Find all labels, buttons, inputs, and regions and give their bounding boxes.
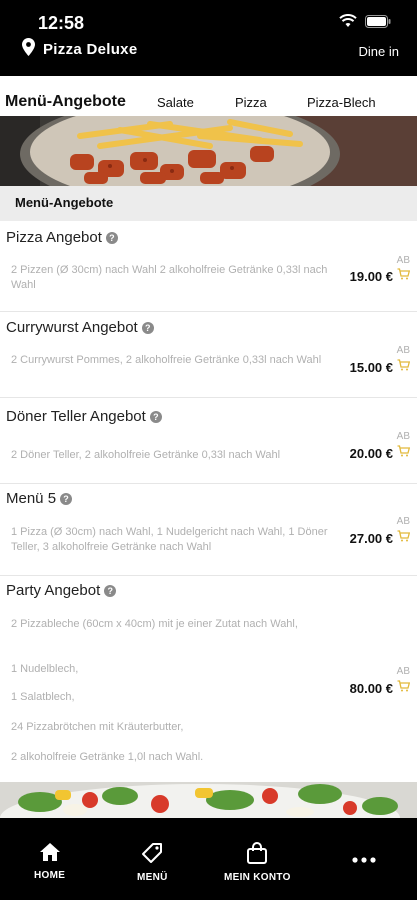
info-icon[interactable]: ? [141, 321, 154, 334]
item-name: Döner Teller Angebot? [6, 408, 162, 425]
item-price: 15.00 € [349, 359, 393, 375]
tab-home[interactable]: HOME [34, 842, 65, 881]
info-icon[interactable]: ? [149, 410, 162, 423]
item-name: Pizza Angebot? [6, 229, 118, 246]
category-tab-salate[interactable]: Salate [157, 95, 194, 110]
salad-banner-image [0, 782, 417, 818]
restaurant-name: Pizza Deluxe [43, 41, 138, 58]
section-title: Menü-Angebote [15, 195, 114, 210]
cart-icon[interactable] [397, 267, 411, 285]
item-description-line: 2 alkoholfreie Getränke 1,0l nach Wahl. [11, 751, 204, 763]
menu-item-menue-5[interactable]: Menü 5? 1 Pizza (Ø 30cm) nach Wahl, 1 Nu… [0, 484, 417, 576]
menu-item-doener-teller-angebot[interactable]: Döner Teller Angebot? 2 Döner Teller, 2 … [0, 398, 417, 484]
category-tab-menu-angebote[interactable]: Menü-Angebote [5, 93, 126, 111]
item-description-line: 2 Pizzableche (60cm x 40cm) mit je einer… [11, 618, 298, 630]
item-price: 80.00 € [349, 680, 393, 696]
info-icon[interactable]: ? [105, 231, 118, 244]
item-price: 19.00 € [349, 268, 393, 284]
item-tag: AB [396, 666, 410, 677]
item-tag: AB [396, 255, 410, 266]
status-time: 12:58 [38, 13, 85, 33]
location-selector[interactable]: Pizza Deluxe [22, 38, 137, 61]
price-row[interactable]: 20.00 € [349, 444, 411, 462]
menu-item-pizza-angebot[interactable]: Pizza Angebot? 2 Pizzen (Ø 30cm) nach Wa… [0, 221, 417, 312]
wifi-icon [339, 14, 357, 28]
more-icon [352, 850, 376, 868]
tag-icon [141, 842, 163, 869]
category-tab-pizza[interactable]: Pizza [235, 95, 267, 110]
item-description: 2 Currywurst Pommes, 2 alkoholfreie Getr… [11, 354, 322, 366]
item-description-line: 1 Nudelblech, [11, 663, 79, 675]
item-name: Party Angebot? [6, 582, 117, 599]
menu-item-party-angebot[interactable]: Party Angebot? 2 Pizzableche (60cm x 40c… [0, 576, 417, 782]
cart-icon[interactable] [397, 358, 411, 376]
price-row[interactable]: 15.00 € [349, 358, 411, 376]
cart-icon[interactable] [397, 444, 411, 462]
price-row[interactable]: 27.00 € [349, 529, 411, 547]
item-tag: AB [396, 345, 410, 356]
item-description: 2 Döner Teller, 2 alkoholfreie Getränke … [11, 449, 281, 461]
status-icons [339, 14, 391, 28]
item-description-line: 1 Salatblech, [11, 691, 75, 703]
item-tag: AB [396, 516, 410, 527]
item-name: Currywurst Angebot? [6, 319, 154, 336]
tab-label: MENÜ [137, 872, 168, 883]
tab-menue[interactable]: MENÜ [137, 842, 168, 883]
cart-icon[interactable] [397, 679, 411, 697]
price-row[interactable]: 19.00 € [349, 267, 411, 285]
info-icon[interactable]: ? [104, 584, 117, 597]
info-icon[interactable]: ? [60, 492, 73, 505]
menu-item-currywurst-angebot[interactable]: Currywurst Angebot? 2 Currywurst Pommes,… [0, 312, 417, 398]
category-tab-pizza-blech[interactable]: Pizza-Blech [307, 95, 376, 110]
item-description: 1 Pizza (Ø 30cm) nach Wahl, 1 Nudelgeric… [11, 526, 328, 553]
dine-in-toggle[interactable]: Dine in [359, 44, 399, 59]
item-price: 20.00 € [349, 445, 393, 461]
item-price: 27.00 € [349, 530, 393, 546]
item-name: Menü 5? [6, 490, 73, 507]
shopping-bag-icon [246, 842, 268, 869]
price-row[interactable]: 80.00 € [349, 679, 411, 697]
tab-label: HOME [34, 870, 66, 881]
app-header: 12:58 Pizza Deluxe Dine in [0, 0, 417, 76]
tab-mein-konto[interactable]: MEIN KONTO [224, 842, 291, 883]
location-pin-icon [22, 38, 35, 61]
category-banner-image [0, 116, 417, 186]
tab-more[interactable] [352, 850, 376, 868]
battery-icon [365, 14, 391, 28]
item-description-line: 24 Pizzabrötchen mit Kräuterbutter, [11, 721, 184, 733]
cart-icon[interactable] [397, 529, 411, 547]
bottom-tab-bar: HOME MENÜ MEIN KONTO [0, 818, 417, 900]
home-icon [39, 842, 61, 867]
item-description: 2 Pizzen (Ø 30cm) nach Wahl 2 alkoholfre… [11, 264, 328, 291]
tab-label: MEIN KONTO [224, 872, 291, 883]
item-tag: AB [396, 431, 410, 442]
